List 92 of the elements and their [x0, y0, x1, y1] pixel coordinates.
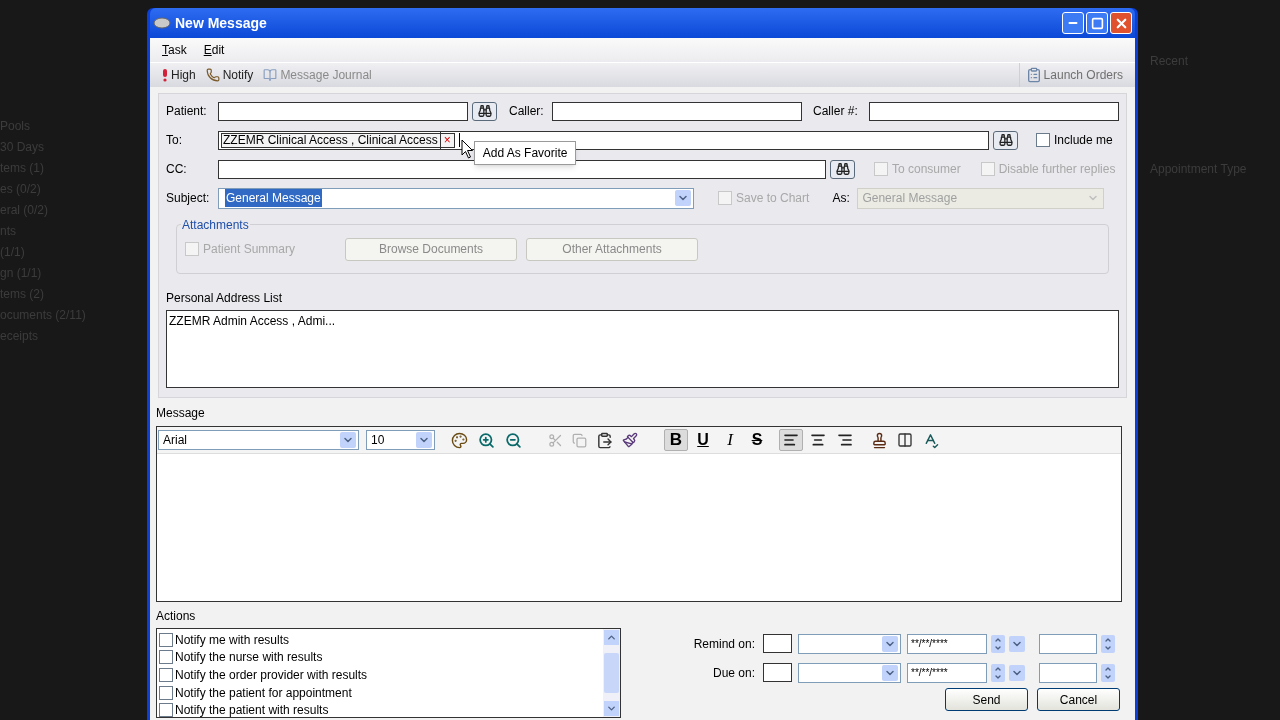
format-button[interactable]: I: [718, 429, 742, 451]
address-entry[interactable]: ZZEMR Admin Access , Admi...: [169, 312, 1116, 330]
section-title: Message: [156, 405, 206, 422]
brush-icon[interactable]: [622, 432, 638, 448]
paste-icon[interactable]: [596, 431, 613, 449]
zoom-in-icon[interactable]: [478, 431, 495, 449]
reminder-box[interactable]: [763, 634, 792, 653]
reminder-select[interactable]: [798, 633, 901, 654]
phone-icon: [205, 68, 220, 82]
checkbox[interactable]: [159, 650, 173, 665]
field-label: Caller:: [509, 103, 545, 120]
checkbox[interactable]: [159, 668, 173, 682]
align-center-icon: [810, 432, 826, 448]
section-title: Actions: [156, 608, 197, 625]
checkbox[interactable]: [1036, 133, 1050, 147]
toolbar-button[interactable]: High: [162, 66, 196, 84]
checkbox[interactable]: [159, 703, 173, 717]
size-select[interactable]: 10: [366, 430, 435, 450]
context-menu-item[interactable]: Add As Favorite: [477, 144, 573, 162]
scroll-down-icon[interactable]: [606, 703, 617, 714]
spinner-icon[interactable]: [991, 663, 1005, 682]
clipboard-icon: [1025, 67, 1042, 83]
window-title: New Message: [175, 13, 267, 33]
field-label: Caller #:: [813, 103, 859, 120]
dialog-button[interactable]: Cancel: [1037, 688, 1120, 711]
stamp-icon[interactable]: [871, 431, 888, 449]
binoculars-icon: [477, 104, 492, 118]
field-label: Due on:: [711, 664, 755, 682]
caller-number-field[interactable]: [868, 101, 1119, 121]
field-label: Subject:: [166, 190, 211, 207]
maximize-button[interactable]: [1086, 12, 1108, 34]
dialog-button[interactable]: Send: [945, 688, 1028, 711]
palette-icon[interactable]: [451, 431, 468, 449]
selected-text: General Message: [225, 189, 322, 207]
field-label: Remind on:: [692, 635, 755, 653]
format-button[interactable]: S: [745, 429, 769, 451]
reminder-select[interactable]: [798, 662, 901, 683]
align-button[interactable]: [779, 429, 803, 451]
patient-field[interactable]: [217, 101, 468, 121]
scrollbar[interactable]: [603, 629, 620, 717]
checkbox-label: Save to Chart: [736, 190, 810, 207]
time-field[interactable]: [1039, 662, 1097, 683]
format-button[interactable]: U: [691, 429, 715, 451]
spinner-icon[interactable]: [1101, 663, 1115, 682]
section-title: Personal Address List: [166, 290, 284, 307]
date-field[interactable]: **/**/****: [907, 633, 987, 654]
maximize-icon: [1090, 16, 1104, 30]
close-button[interactable]: [1110, 12, 1132, 34]
spinner-icon[interactable]: [1101, 634, 1115, 653]
select-value: General Message: [862, 190, 958, 207]
remove-mark[interactable]: ×: [439, 131, 454, 149]
checkbox[interactable]: [159, 632, 173, 647]
caller-field[interactable]: [551, 101, 803, 121]
subject-select[interactable]: General Message: [218, 187, 694, 209]
font-select[interactable]: Arial: [158, 430, 359, 450]
exclamation-icon: [162, 68, 168, 82]
checkbox-label: Disable further replies: [998, 161, 1116, 178]
minimize-button[interactable]: [1062, 12, 1084, 34]
columns-icon[interactable]: [897, 432, 913, 448]
binoculars-icon: [998, 133, 1013, 147]
align-left-icon: [783, 432, 799, 448]
format-button[interactable]: B: [664, 429, 688, 451]
checkbox[interactable]: [159, 685, 173, 700]
book-icon: [263, 68, 278, 82]
align-right-icon: [837, 432, 853, 448]
field-label: Patient:: [166, 103, 208, 120]
toolbar-button[interactable]: Notify: [205, 66, 254, 84]
action-label: Notify me with results: [175, 631, 290, 649]
checkbox-label: Include me: [1054, 132, 1113, 149]
reminder-box[interactable]: [763, 663, 792, 682]
search-directory-button[interactable]: [993, 130, 1018, 150]
search-directory-button[interactable]: [830, 159, 855, 179]
zoom-out-icon[interactable]: [505, 431, 522, 449]
time-field[interactable]: [1039, 633, 1097, 654]
field-label: As:: [832, 190, 851, 207]
spinner-icon[interactable]: [991, 634, 1005, 653]
binoculars-icon: [835, 162, 850, 176]
action-label: Notify the patient for appointment: [175, 684, 352, 702]
checkbox-label: Patient Summary: [203, 241, 296, 258]
search-directory-button[interactable]: [472, 101, 497, 121]
app-icon: [153, 17, 171, 29]
field-label: To:: [166, 132, 183, 149]
field-label: CC:: [166, 161, 188, 178]
cc-field[interactable]: [218, 159, 826, 179]
menu-item[interactable]: Task: [162, 41, 187, 59]
action-label: Notify the nurse with results: [175, 649, 323, 667]
action-label: Notify the order provider with results: [175, 667, 368, 684]
recipient-chip[interactable]: ZZEMR Clinical Access , Clinical Access ×: [221, 132, 455, 148]
action-label: Notify the patient with results: [175, 702, 329, 717]
scroll-up-icon[interactable]: [606, 632, 617, 643]
menu-item[interactable]: Edit: [203, 41, 225, 59]
date-field[interactable]: **/**/****: [907, 662, 987, 683]
